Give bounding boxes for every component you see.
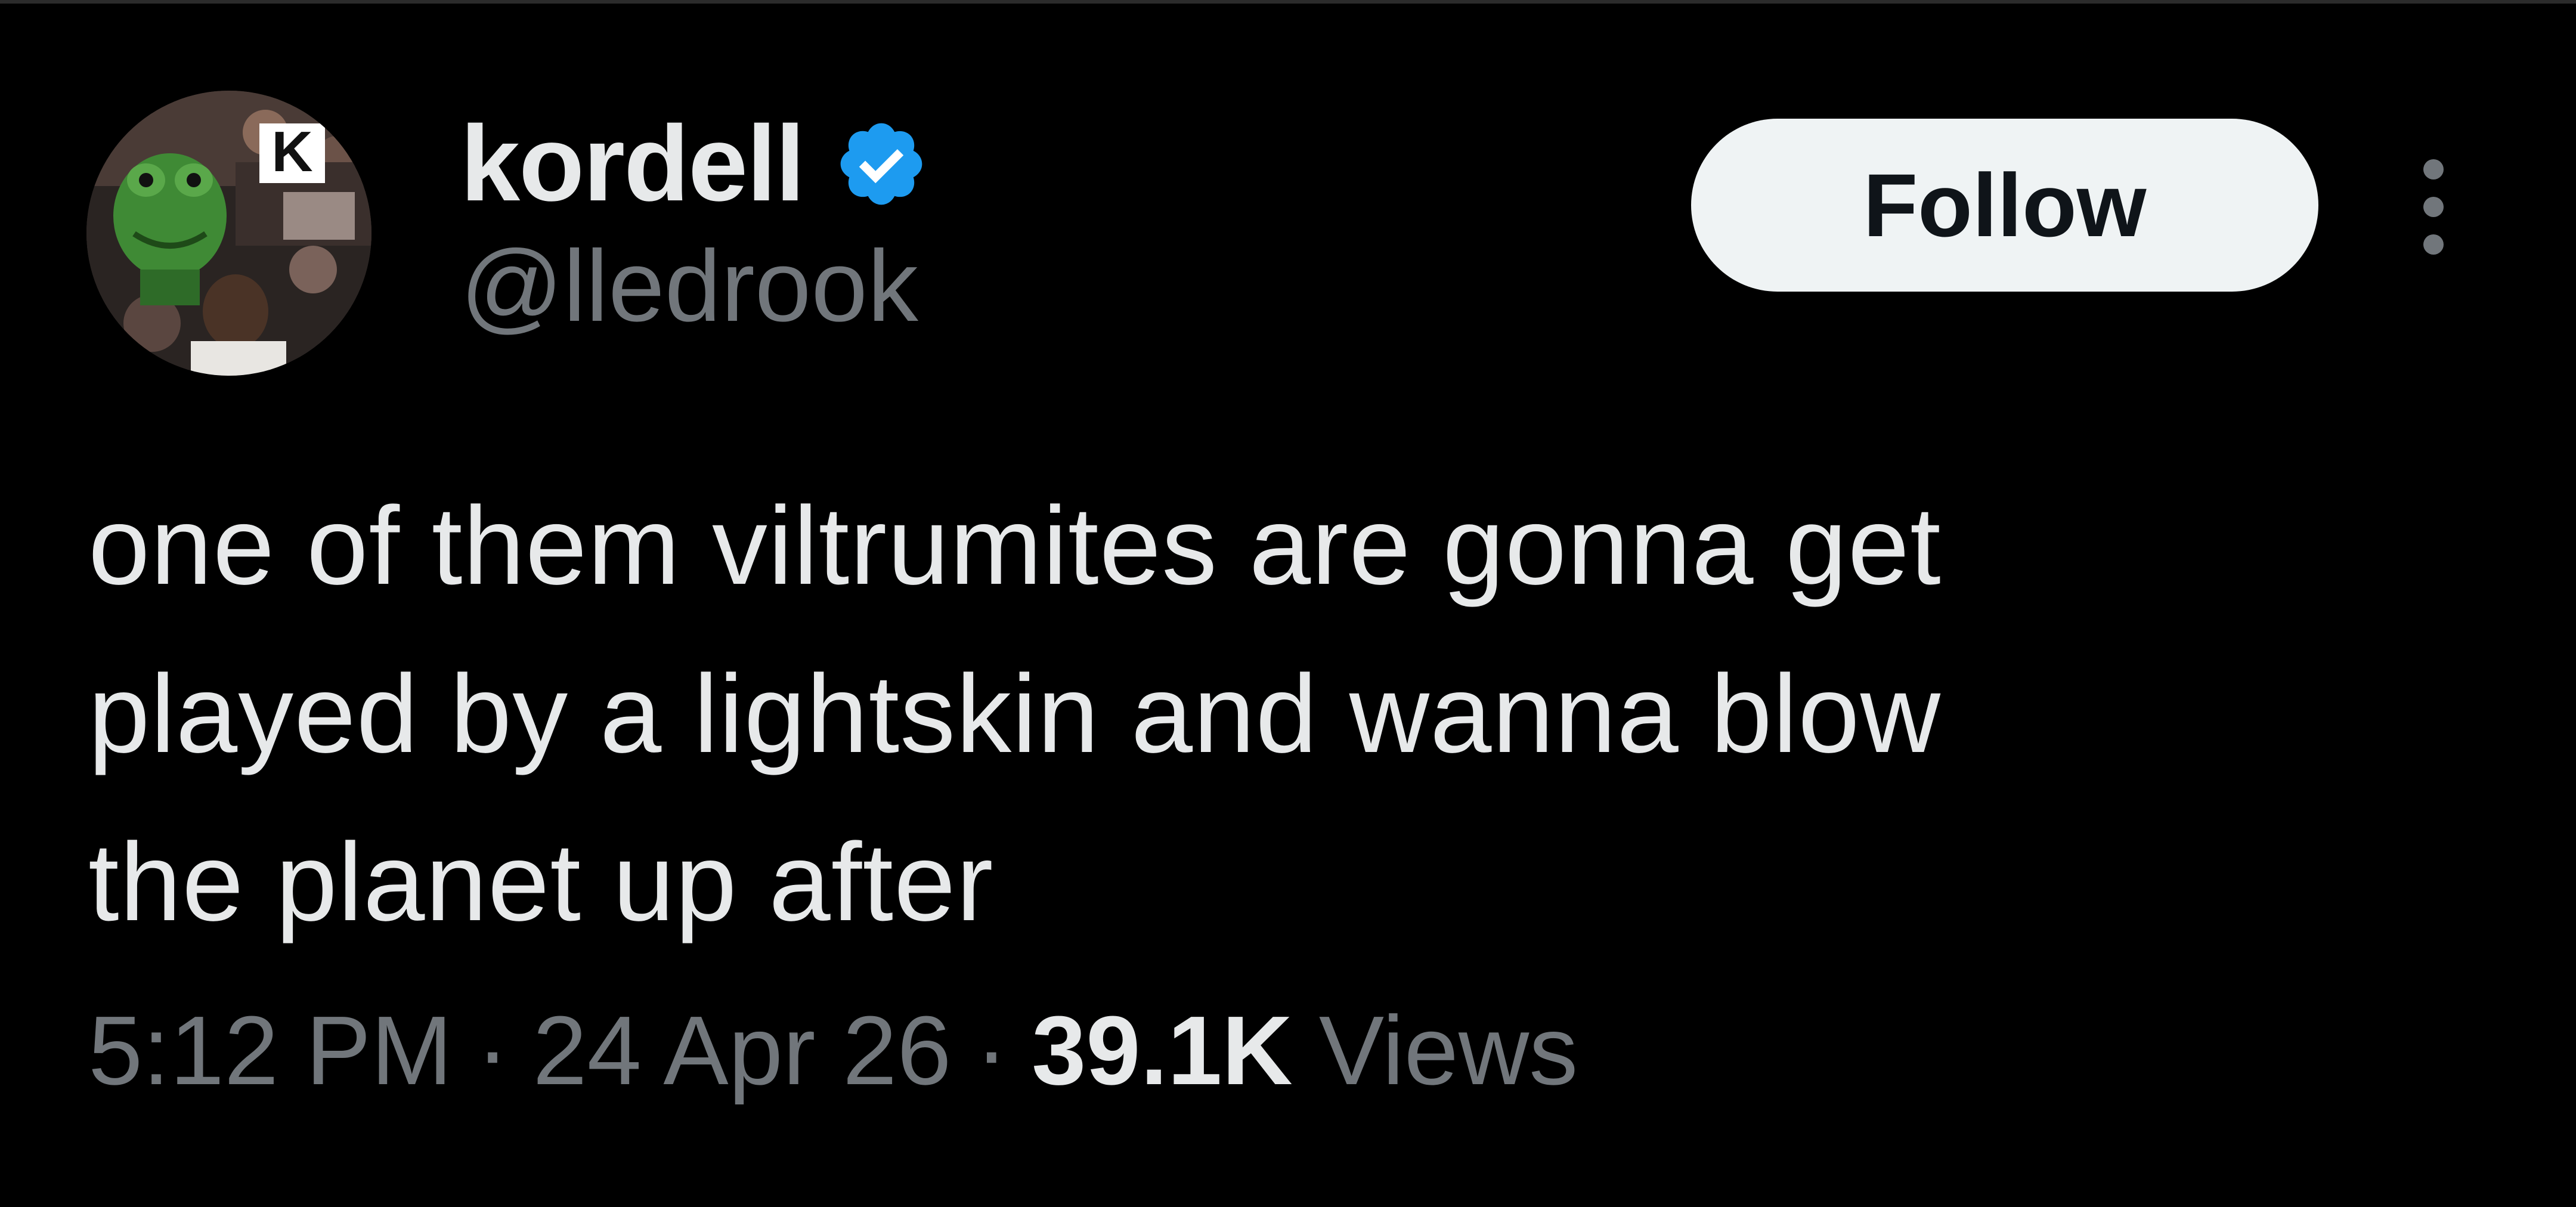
tweet-meta: 5:12 PM · 24 Apr 26 · 39.1K Views [88, 1002, 1578, 1100]
meta-separator: · [975, 996, 1008, 1105]
user-handle[interactable]: @lledrook [460, 236, 918, 337]
tweet-card: K kordell @lledrook Follow one of them v… [0, 0, 2576, 1207]
tweet-text: one of them viltrumites are gonna get pl… [88, 462, 2354, 967]
verified-badge-icon [840, 123, 922, 205]
views-label: Views [1318, 996, 1578, 1105]
avatar-badge-letter: K [271, 120, 312, 184]
tweet-text-line: the planet up after [88, 821, 994, 944]
more-vertical-icon[interactable] [2401, 156, 2466, 258]
follow-button[interactable]: Follow [1691, 119, 2318, 292]
tweet-text-line: one of them viltrumites are gonna get [88, 484, 1942, 608]
meta-separator: · [476, 996, 509, 1105]
avatar-image: K [86, 91, 371, 376]
tweet-text-line: played by a lightskin and wanna blow [88, 652, 1941, 776]
display-name[interactable]: kordell [460, 110, 805, 218]
avatar[interactable]: K [86, 91, 371, 376]
tweet-date[interactable]: 24 Apr 26 [532, 1002, 951, 1100]
user-name-row: kordell [460, 104, 929, 224]
views-count[interactable]: 39.1K [1032, 1002, 1293, 1100]
tweet-time[interactable]: 5:12 PM [88, 1002, 453, 1100]
